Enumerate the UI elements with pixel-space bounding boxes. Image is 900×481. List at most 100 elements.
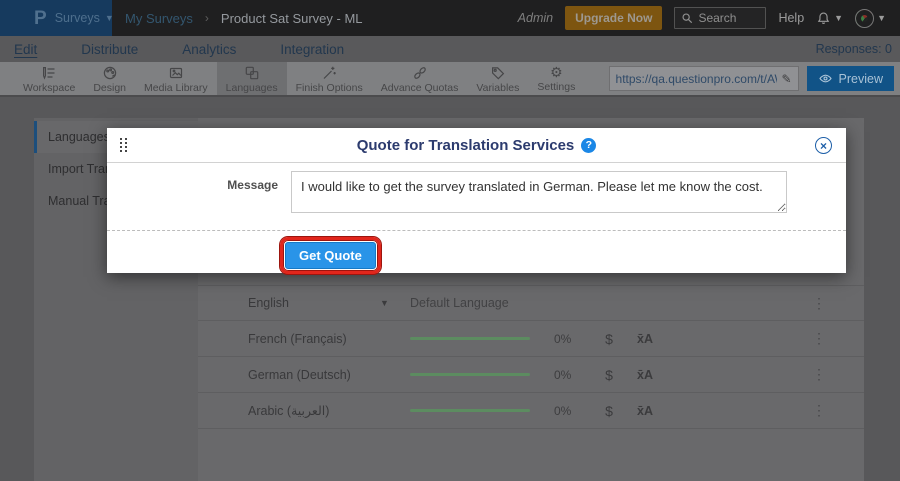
row-menu-icon[interactable]: ⋮ — [812, 402, 826, 419]
breadcrumb-current-survey: Product Sat Survey - ML — [221, 11, 363, 26]
workspace-icon — [41, 65, 57, 81]
bell-icon — [816, 11, 831, 26]
breadcrumb-separator-icon: › — [205, 11, 209, 25]
global-search[interactable] — [674, 7, 766, 29]
breadcrumb: My Surveys › Product Sat Survey - ML — [125, 11, 363, 26]
table-row-german: German (Deutsch) 0% $ x̄A ⋮ — [198, 357, 864, 393]
translation-progress-bar — [410, 337, 530, 340]
upgrade-now-button[interactable]: Upgrade Now — [565, 6, 662, 30]
preview-label: Preview — [839, 72, 883, 86]
translation-progress-bar — [410, 409, 530, 412]
tag-icon — [490, 65, 506, 81]
quote-dollar-icon[interactable]: $ — [598, 403, 620, 419]
survey-url-group: https://qa.questionpro.com/t/AW ✎ Previe… — [609, 62, 900, 95]
toolbar-item-advance-quotas[interactable]: Advance Quotas — [372, 62, 468, 95]
modal-footer: Get Quote — [107, 230, 846, 274]
table-row-default-language: English ▼ Default Language ⋮ — [198, 285, 864, 321]
admin-label: Admin — [518, 11, 553, 25]
toolbar-label: Settings — [537, 81, 575, 93]
tab-analytics[interactable]: Analytics — [182, 42, 236, 57]
modal-title: Quote for Translation Services — [357, 137, 575, 154]
toolbar-label: Advance Quotas — [381, 82, 459, 94]
preview-button[interactable]: Preview — [807, 66, 894, 91]
search-icon — [681, 12, 693, 24]
chain-icon — [412, 65, 428, 81]
modal-header: Quote for Translation Services ? × — [107, 128, 846, 163]
row-menu-icon[interactable]: ⋮ — [812, 295, 826, 312]
table-row-french: French (Français) 0% $ x̄A ⋮ — [198, 321, 864, 357]
sidebar-item-label: Languages — [48, 130, 110, 144]
quote-dollar-icon[interactable]: $ — [598, 331, 620, 347]
notifications-button[interactable]: ▼ — [816, 11, 843, 26]
breadcrumb-my-surveys[interactable]: My Surveys — [125, 11, 193, 26]
toolbar-item-design[interactable]: Design — [84, 62, 135, 95]
survey-url-field[interactable]: https://qa.questionpro.com/t/AW ✎ — [609, 66, 799, 91]
quote-dollar-icon[interactable]: $ — [598, 367, 620, 383]
tab-edit[interactable]: Edit — [14, 42, 37, 57]
eye-icon — [818, 73, 833, 84]
close-icon[interactable]: × — [815, 137, 832, 154]
message-label: Message — [107, 171, 291, 192]
translate-icon[interactable]: x̄A — [632, 404, 658, 418]
modal-body: Message I would like to get the survey t… — [107, 163, 846, 230]
drag-handle-icon[interactable] — [120, 138, 128, 152]
get-quote-button[interactable]: Get Quote — [285, 242, 376, 269]
translate-icon[interactable]: x̄A — [632, 368, 658, 382]
language-name: German (Deutsch) — [248, 368, 380, 382]
edit-toolbar: Workspace Design Media Library Languages — [0, 62, 900, 97]
questionpro-logo-icon: P — [34, 9, 47, 28]
languages-icon — [244, 65, 260, 81]
header-actions: Admin Upgrade Now Help ▼ ▼ — [518, 6, 900, 30]
toolbar-label: Languages — [226, 82, 278, 94]
search-input[interactable] — [698, 11, 758, 25]
default-language-note: Default Language — [410, 296, 509, 310]
annotation-highlight-ring: Get Quote — [280, 237, 381, 274]
toolbar-label: Variables — [476, 82, 519, 94]
row-menu-icon[interactable]: ⋮ — [812, 366, 826, 383]
avatar — [855, 9, 874, 28]
language-name: French (Français) — [248, 332, 380, 346]
help-link[interactable]: Help — [778, 11, 804, 25]
translate-icon[interactable]: x̄A — [632, 332, 658, 346]
toolbar-label: Workspace — [23, 82, 75, 94]
row-menu-icon[interactable]: ⋮ — [812, 330, 826, 347]
edit-url-icon[interactable]: ✎ — [781, 72, 791, 86]
progress-percent: 0% — [554, 404, 584, 418]
language-name: Arabic (العربية) — [248, 403, 380, 418]
toolbar-item-languages[interactable]: Languages — [217, 62, 287, 95]
toolbar-label: Media Library — [144, 82, 208, 94]
palette-icon — [102, 65, 118, 81]
toolbar-item-media-library[interactable]: Media Library — [135, 62, 217, 95]
gear-icon: ⚙ — [550, 65, 563, 80]
product-menu[interactable]: P Surveys ▼ — [0, 0, 112, 36]
languages-table: English ▼ Default Language ⋮ French (Fra… — [198, 285, 864, 429]
message-textarea[interactable]: I would like to get the survey translate… — [291, 171, 787, 213]
chevron-down-icon: ▼ — [105, 14, 114, 23]
wand-icon — [321, 65, 337, 81]
help-icon[interactable]: ? — [581, 138, 596, 153]
chevron-down-icon: ▼ — [834, 14, 843, 23]
chevron-down-icon[interactable]: ▼ — [380, 298, 410, 308]
surveys-menu-button[interactable]: Surveys ▼ — [55, 11, 114, 25]
app-window: P Surveys ▼ My Surveys › Product Sat Sur… — [0, 0, 900, 481]
surveys-menu-label: Surveys — [55, 11, 100, 25]
survey-url-text: https://qa.questionpro.com/t/AW — [616, 72, 778, 86]
toolbar-item-finish-options[interactable]: Finish Options — [287, 62, 372, 95]
quote-translation-modal: Quote for Translation Services ? × Messa… — [107, 128, 846, 273]
chevron-down-icon: ▼ — [877, 14, 886, 23]
toolbar-label: Design — [93, 82, 126, 94]
toolbar-item-settings[interactable]: ⚙ Settings — [528, 62, 584, 95]
account-menu-button[interactable]: ▼ — [855, 9, 886, 28]
responses-count: Responses: 0 — [816, 42, 892, 56]
tab-distribute[interactable]: Distribute — [81, 42, 138, 57]
image-icon — [168, 65, 184, 81]
top-header: P Surveys ▼ My Surveys › Product Sat Sur… — [0, 0, 900, 36]
translation-progress-bar — [410, 373, 530, 376]
toolbar-item-variables[interactable]: Variables — [467, 62, 528, 95]
toolbar-label: Finish Options — [296, 82, 363, 94]
table-row-arabic: Arabic (العربية) 0% $ x̄A ⋮ — [198, 393, 864, 429]
tab-integration[interactable]: Integration — [280, 42, 344, 57]
survey-nav-tabs: Edit Distribute Analytics Integration Re… — [0, 36, 900, 62]
language-name: English — [248, 296, 380, 310]
toolbar-item-workspace[interactable]: Workspace — [14, 62, 84, 95]
